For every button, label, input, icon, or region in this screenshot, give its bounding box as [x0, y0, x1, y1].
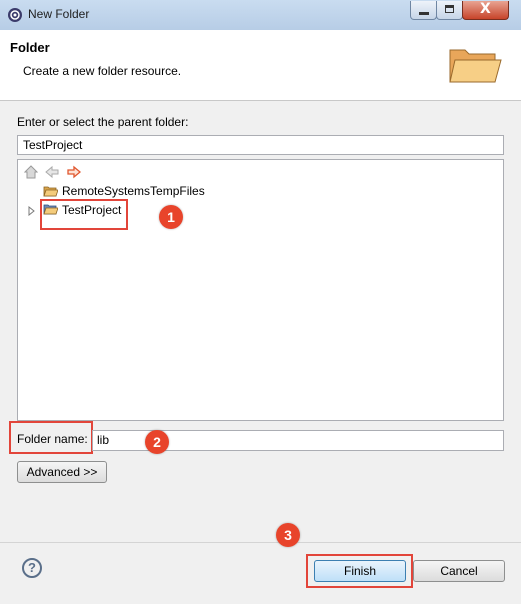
maximize-icon: [445, 5, 454, 13]
callout-1: 1: [159, 205, 183, 229]
callout-2: 2: [145, 430, 169, 454]
maximize-button[interactable]: [436, 1, 463, 20]
back-arrow-icon[interactable]: [45, 165, 59, 179]
expand-arrow-icon[interactable]: [28, 206, 36, 216]
folder-open-icon: [43, 186, 58, 197]
minimize-button[interactable]: [410, 1, 437, 20]
wizard-title: Folder: [10, 40, 50, 55]
window-title: New Folder: [28, 7, 90, 21]
folder-name-label: Folder name:: [17, 432, 88, 446]
advanced-button[interactable]: Advanced >>: [17, 461, 107, 483]
forward-arrow-icon[interactable]: [67, 165, 81, 179]
close-icon: X: [480, 1, 491, 17]
callout-3: 3: [276, 523, 300, 547]
finish-button[interactable]: Finish: [314, 560, 406, 582]
parent-folder-label: Enter or select the parent folder:: [17, 115, 189, 129]
highlight-box-1: [40, 199, 128, 230]
help-icon[interactable]: ?: [22, 558, 42, 578]
wizard-description: Create a new folder resource.: [23, 64, 182, 78]
folder-banner-icon: [449, 49, 502, 83]
eclipse-app-icon: [8, 8, 22, 22]
cancel-button[interactable]: Cancel: [413, 560, 505, 582]
footer-separator: [0, 542, 521, 543]
close-button[interactable]: X: [462, 1, 509, 20]
minimize-icon: [419, 12, 429, 15]
tree-item-remotesystemstempfiles[interactable]: RemoteSystemsTempFiles: [62, 184, 205, 198]
home-icon[interactable]: [24, 165, 38, 179]
parent-folder-input[interactable]: TestProject: [17, 135, 504, 155]
